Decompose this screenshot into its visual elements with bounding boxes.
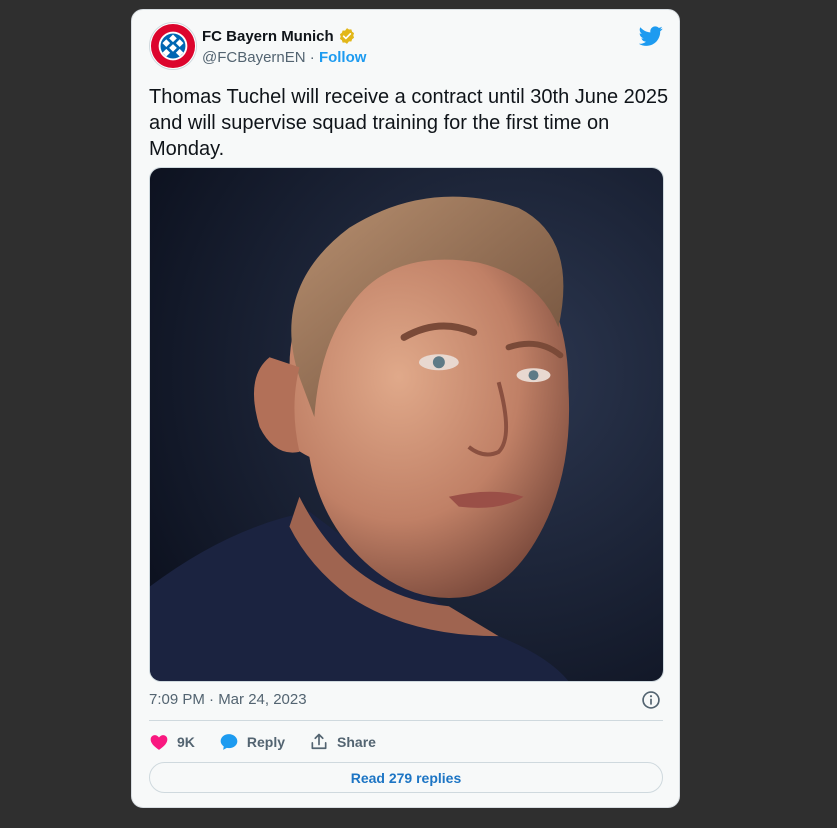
account-name[interactable]: FC Bayern Munich bbox=[202, 28, 334, 45]
separator: · bbox=[305, 49, 319, 66]
tweet-timestamp[interactable]: 7:09 PM · Mar 24, 2023 bbox=[149, 691, 307, 708]
account-handle[interactable]: @FCBayernEN bbox=[202, 49, 306, 66]
bayern-logo bbox=[150, 23, 196, 69]
action-bar: 9K Reply Share bbox=[149, 730, 400, 754]
share-label: Share bbox=[337, 734, 376, 750]
share-upload-icon bbox=[311, 733, 327, 750]
follow-button[interactable]: Follow bbox=[319, 49, 367, 66]
share-button[interactable]: Share bbox=[309, 732, 376, 752]
portrait-image bbox=[150, 168, 663, 681]
verified-badge-icon bbox=[339, 28, 354, 44]
divider bbox=[149, 720, 663, 721]
like-button[interactable]: 9K bbox=[149, 732, 195, 752]
avatar[interactable] bbox=[149, 22, 197, 70]
likes-count: 9K bbox=[177, 734, 195, 750]
speech-bubble-icon bbox=[220, 734, 238, 750]
tweet-card: FC Bayern Munich @FCBayernEN · Follow Th… bbox=[131, 9, 680, 808]
heart-icon bbox=[150, 735, 168, 750]
reply-button[interactable]: Reply bbox=[219, 732, 285, 752]
handle-row: @FCBayernEN · Follow bbox=[202, 49, 366, 66]
info-icon[interactable] bbox=[641, 690, 661, 710]
account-name-row[interactable]: FC Bayern Munich bbox=[202, 27, 356, 45]
tweet-photo[interactable] bbox=[149, 167, 664, 682]
read-replies-button[interactable]: Read 279 replies bbox=[149, 762, 663, 793]
reply-label: Reply bbox=[246, 734, 286, 750]
tweet-text: Thomas Tuchel will receive a contract un… bbox=[149, 86, 669, 160]
twitter-bird-icon[interactable] bbox=[639, 24, 663, 48]
